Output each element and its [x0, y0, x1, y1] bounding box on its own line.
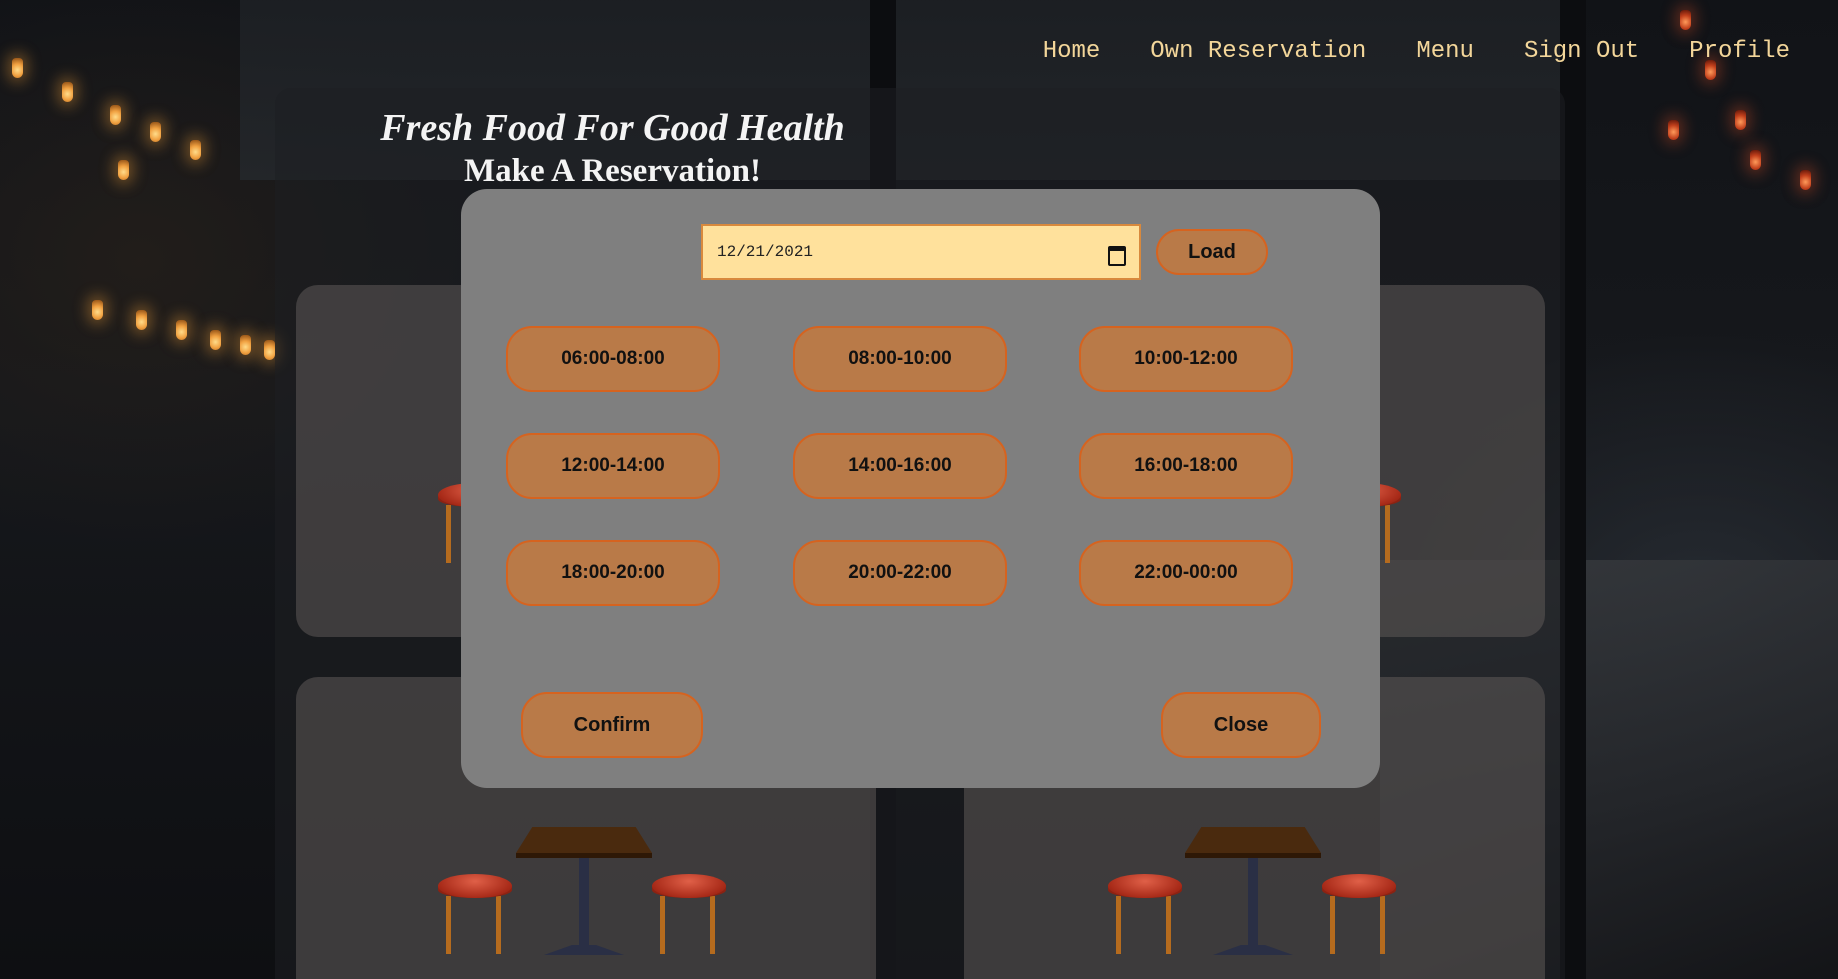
- top-nav: Home Own Reservation Menu Sign Out Profi…: [1043, 38, 1790, 65]
- time-slot-button[interactable]: 14:00-16:00: [793, 433, 1007, 499]
- light-bulb-icon: [118, 160, 129, 180]
- light-bulb-icon: [92, 300, 103, 320]
- nav-sign-out-link[interactable]: Sign Out: [1524, 38, 1639, 65]
- light-bulb-icon: [1800, 170, 1811, 190]
- light-bulb-icon: [240, 335, 251, 355]
- date-value: 12/21/2021: [717, 243, 814, 261]
- time-slot-button[interactable]: 22:00-00:00: [1079, 540, 1293, 606]
- time-slot-button[interactable]: 18:00-20:00: [506, 540, 720, 606]
- light-bulb-icon: [150, 122, 161, 142]
- light-bulb-icon: [1735, 110, 1746, 130]
- light-bulb-icon: [1750, 150, 1761, 170]
- time-slot-button[interactable]: 10:00-12:00: [1079, 326, 1293, 392]
- light-bulb-icon: [210, 330, 221, 350]
- confirm-button[interactable]: Confirm: [521, 692, 703, 758]
- nav-own-reservation-link[interactable]: Own Reservation: [1150, 38, 1366, 65]
- calendar-icon[interactable]: [1107, 243, 1126, 266]
- nav-home-link[interactable]: Home: [1043, 38, 1101, 65]
- table-icon: [1185, 827, 1321, 955]
- light-bulb-icon: [110, 105, 121, 125]
- stool-icon: [438, 874, 512, 954]
- time-slot-button[interactable]: 20:00-22:00: [793, 540, 1007, 606]
- stool-icon: [1322, 874, 1396, 954]
- time-slot-button[interactable]: 06:00-08:00: [506, 326, 720, 392]
- time-slot-button[interactable]: 12:00-14:00: [506, 433, 720, 499]
- load-button[interactable]: Load: [1156, 229, 1268, 275]
- light-bulb-icon: [264, 340, 275, 360]
- table-icon: [516, 827, 652, 955]
- time-slot-button[interactable]: 16:00-18:00: [1079, 433, 1293, 499]
- date-input[interactable]: 12/21/2021: [701, 224, 1141, 280]
- stool-icon: [1108, 874, 1182, 954]
- close-button[interactable]: Close: [1161, 692, 1321, 758]
- nav-profile-link[interactable]: Profile: [1689, 38, 1790, 65]
- light-bulb-icon: [176, 320, 187, 340]
- light-bulb-icon: [1680, 10, 1691, 30]
- light-bulb-icon: [136, 310, 147, 330]
- stool-icon: [652, 874, 726, 954]
- nav-menu-link[interactable]: Menu: [1416, 38, 1474, 65]
- time-slot-button[interactable]: 08:00-10:00: [793, 326, 1007, 392]
- page-title: Make A Reservation!: [464, 153, 761, 189]
- light-bulb-icon: [190, 140, 201, 160]
- light-bulb-icon: [12, 58, 23, 78]
- light-bulb-icon: [62, 82, 73, 102]
- light-bulb-icon: [1668, 120, 1679, 140]
- reservation-modal: 12/21/2021 Load 06:00-08:00 08:00-10:00 …: [461, 189, 1380, 788]
- page-tagline: Fresh Food For Good Health: [380, 107, 845, 149]
